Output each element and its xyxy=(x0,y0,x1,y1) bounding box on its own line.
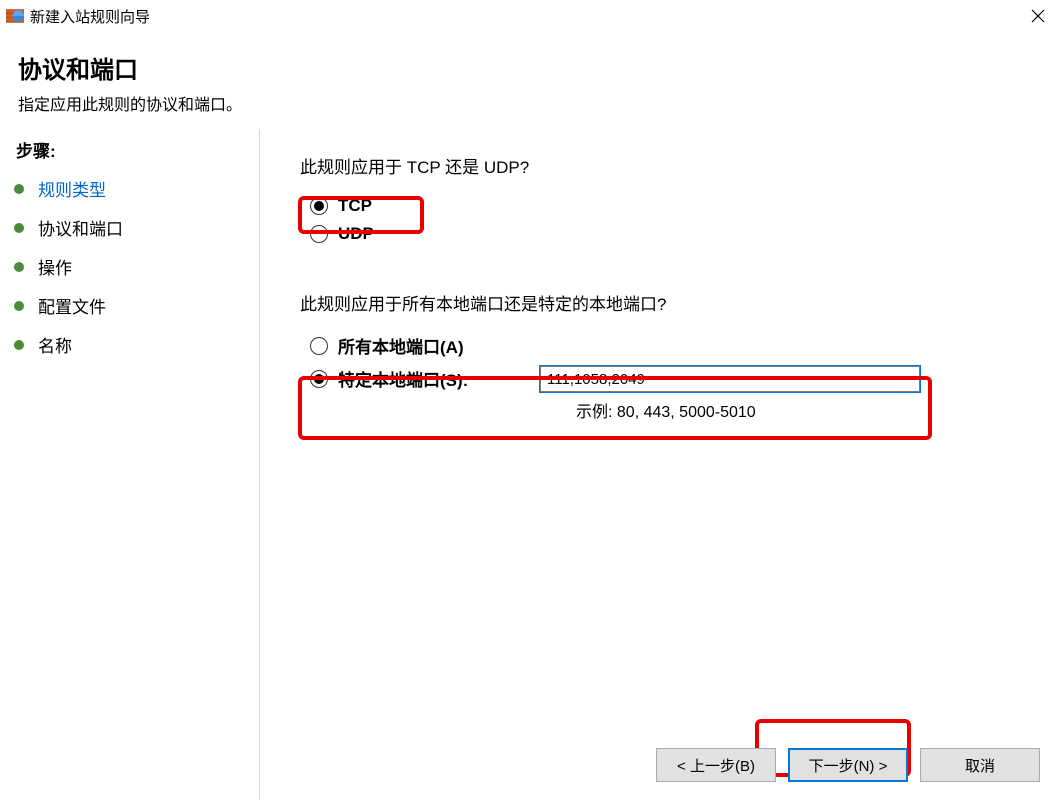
port-question: 此规则应用于所有本地端口还是特定的本地端口? xyxy=(300,290,1024,315)
button-label: < 上一步(B) xyxy=(677,755,755,776)
radio-icon xyxy=(310,337,328,355)
step-item-action[interactable]: 操作 xyxy=(14,254,245,279)
radio-label: 所有本地端口(A) xyxy=(338,333,464,358)
step-label: 名称 xyxy=(38,332,72,357)
radio-specific-ports[interactable]: 特定本地端口(S): xyxy=(310,366,540,391)
wizard-window: 新建入站规则向导 协议和端口 指定应用此规则的协议和端口。 步骤: 规则类型 协… xyxy=(0,0,1064,800)
cancel-button[interactable]: 取消 xyxy=(920,748,1040,782)
main-panel: 此规则应用于 TCP 还是 UDP? TCP UDP 此规则应用于所有本地端口还… xyxy=(260,129,1064,800)
button-label: 取消 xyxy=(965,755,995,776)
steps-sidebar: 步骤: 规则类型 协议和端口 操作 配置文件 名称 xyxy=(0,129,260,800)
step-item-name[interactable]: 名称 xyxy=(14,332,245,357)
close-button[interactable] xyxy=(1018,2,1058,30)
back-button[interactable]: < 上一步(B) xyxy=(656,748,776,782)
step-label: 操作 xyxy=(38,254,72,279)
close-icon xyxy=(1031,9,1045,23)
bullet-icon xyxy=(14,184,24,194)
page-title: 协议和端口 xyxy=(18,50,1064,85)
window-title: 新建入站规则向导 xyxy=(30,6,1018,27)
step-label: 规则类型 xyxy=(38,176,106,201)
bullet-icon xyxy=(14,301,24,311)
bullet-icon xyxy=(14,340,24,350)
steps-heading: 步骤: xyxy=(14,137,245,162)
step-list: 规则类型 协议和端口 操作 配置文件 名称 xyxy=(14,176,245,357)
wizard-body: 步骤: 规则类型 协议和端口 操作 配置文件 名称 此规则应用于 TCP 还是 … xyxy=(0,129,1064,800)
step-item-profile[interactable]: 配置文件 xyxy=(14,293,245,318)
radio-tcp[interactable]: TCP xyxy=(300,196,1024,216)
radio-udp[interactable]: UDP xyxy=(300,224,1024,244)
radio-label: UDP xyxy=(338,224,374,244)
ports-input[interactable] xyxy=(540,366,920,392)
radio-icon xyxy=(310,225,328,243)
wizard-footer: < 上一步(B) 下一步(N) > 取消 xyxy=(656,748,1040,782)
step-item-protocol-port[interactable]: 协议和端口 xyxy=(14,215,245,240)
next-button[interactable]: 下一步(N) > xyxy=(788,748,908,782)
radio-label: 特定本地端口(S): xyxy=(338,366,468,391)
step-item-rule-type[interactable]: 规则类型 xyxy=(14,176,245,201)
firewall-icon xyxy=(6,7,24,25)
radio-all-ports[interactable]: 所有本地端口(A) xyxy=(300,333,1024,358)
bullet-icon xyxy=(14,223,24,233)
page-subtitle: 指定应用此规则的协议和端口。 xyxy=(18,91,1064,115)
step-label: 协议和端口 xyxy=(38,215,123,240)
step-label: 配置文件 xyxy=(38,293,106,318)
button-label: 下一步(N) > xyxy=(809,755,888,776)
titlebar: 新建入站规则向导 xyxy=(0,0,1064,32)
ports-example: 示例: 80, 443, 5000-5010 xyxy=(300,398,1024,422)
radio-icon xyxy=(310,370,328,388)
radio-label: TCP xyxy=(338,196,372,216)
protocol-question: 此规则应用于 TCP 还是 UDP? xyxy=(300,153,1024,178)
bullet-icon xyxy=(14,262,24,272)
wizard-header: 协议和端口 指定应用此规则的协议和端口。 xyxy=(0,32,1064,129)
radio-icon xyxy=(310,197,328,215)
